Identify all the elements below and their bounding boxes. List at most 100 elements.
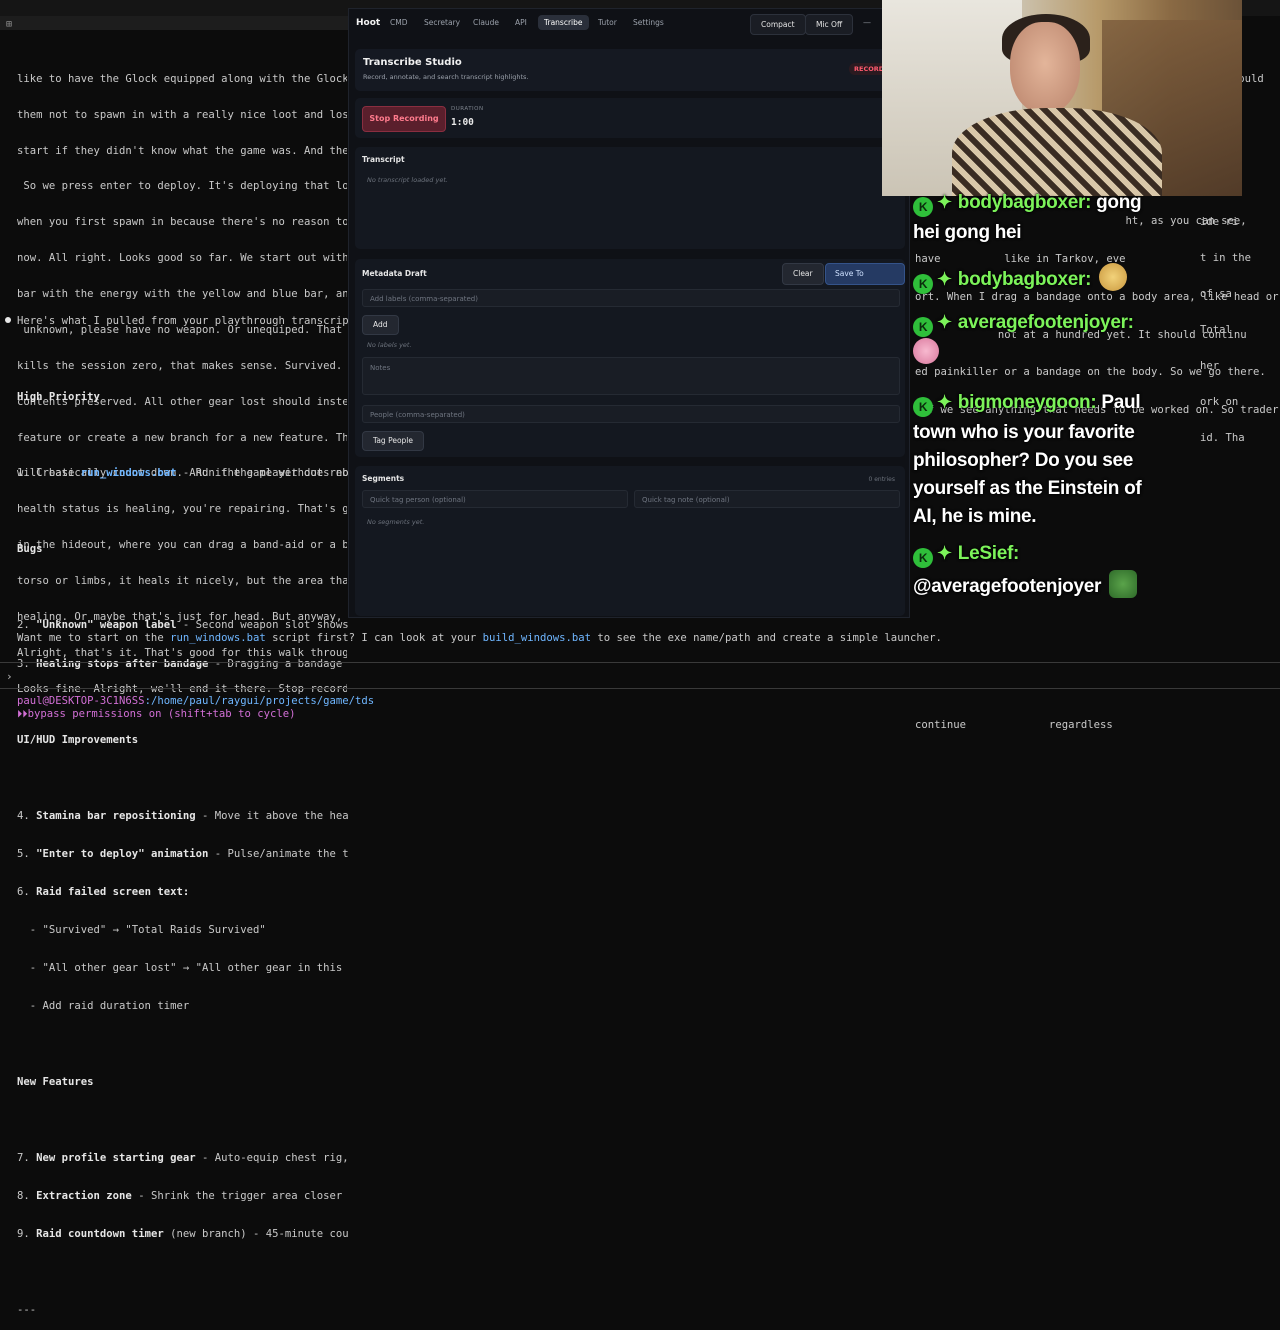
summary-subitem: - Add raid duration timer <box>17 999 190 1012</box>
add-label-button[interactable]: Add <box>362 315 399 335</box>
item-bold: Extraction zone <box>36 1190 132 1203</box>
output-line: ht, as you can see, <box>915 215 1247 228</box>
tab-api[interactable]: API <box>515 18 527 27</box>
studio-header: Transcribe Studio Record, annotate, and … <box>355 49 905 91</box>
summary-item-2: 2. "Unknown" weapon label - Second weapo… <box>0 619 348 632</box>
cwd-line: paul@DESKTOP-3C1N6SS:/home/paul/raygui/p… <box>17 695 374 707</box>
output-line: ed painkiller or a bandage on the body. … <box>915 366 1266 379</box>
item-bold: Healing stops after bandage <box>36 657 209 670</box>
tab-settings[interactable]: Settings <box>633 18 664 27</box>
compact-button[interactable]: Compact <box>750 14 806 35</box>
assistant-summary: Here's what I pulled from your playthrou… <box>0 290 348 1330</box>
user-host: paul@DESKTOP-3C1N6SS <box>17 695 145 707</box>
output-line: So we press enter to deploy. It's deploy… <box>17 180 347 193</box>
item-text: - Run the game without reb <box>176 467 348 480</box>
segments-count: 0 entries <box>868 476 895 483</box>
output-line: if we see anything that needs to be work… <box>915 404 1279 417</box>
summary-intro: Here's what I pulled from your playthrou… <box>17 315 348 328</box>
output-line: when you first spawn in because there's … <box>17 216 347 229</box>
hoot-app-window: Hoot CMD Secretary Claude API Transcribe… <box>348 8 910 618</box>
assistant-question: Want me to start on the run_windows.bat … <box>17 632 942 644</box>
item-number: 1. Create <box>17 467 81 480</box>
output-line: them not to spawn in with a really nice … <box>17 108 347 121</box>
notes-textarea[interactable]: Notes <box>362 357 900 395</box>
studio-subtitle: Record, annotate, and search transcript … <box>363 73 529 81</box>
item-text: - Dragging a bandage <box>208 657 348 670</box>
output-line: ort. When I drag a bandage onto a body a… <box>915 290 1279 303</box>
summary-item-7: 7. New profile starting gear - Auto-equi… <box>0 1152 348 1165</box>
item-text: - Second weapon slot shows <box>176 619 348 632</box>
studio-title: Transcribe Studio <box>363 57 462 68</box>
item-number: 8. <box>17 1190 37 1203</box>
prompt-chevron-icon[interactable]: › <box>6 670 13 683</box>
heading-text: UI/HUD Improvements <box>17 733 139 746</box>
quick-tag-person-input[interactable]: Quick tag person (optional) <box>362 490 628 508</box>
item-text: - Auto-equip chest rig, <box>195 1151 348 1164</box>
segments-empty: No segments yet. <box>367 518 425 526</box>
item-number: 7. <box>17 1151 37 1164</box>
bullet-icon <box>5 317 11 324</box>
question-code: build_windows.bat <box>482 632 592 644</box>
webcam-person-shirt <box>952 108 1162 196</box>
new-tab-icon[interactable]: ⊞ <box>6 20 12 30</box>
people-input[interactable]: People (comma-separated) <box>362 405 900 423</box>
terminal-right-pane-lower: ht, as you can see, have like in Tarkov,… <box>915 190 1280 744</box>
tag-people-button[interactable]: Tag People <box>362 431 424 451</box>
transcript-panel: Transcript No transcript loaded yet. <box>355 147 905 249</box>
save-to-selected-button[interactable]: Save To Selected <box>825 263 905 298</box>
question-code: run_windows.bat <box>170 632 266 644</box>
mic-toggle-button[interactable]: Mic Off <box>805 14 854 35</box>
item-text: (new branch) - 45-minute cou <box>163 1228 348 1241</box>
tab-transcribe[interactable]: Transcribe <box>538 15 589 30</box>
terminal-tab[interactable] <box>0 16 348 30</box>
tab-secretary[interactable]: Secretary <box>424 18 460 27</box>
item-text: - Move it above the hea <box>195 809 348 822</box>
minimize-icon[interactable]: — <box>863 18 871 27</box>
quick-tag-note-input[interactable]: Quick tag note (optional) <box>634 490 900 508</box>
item-bold: Raid failed screen text: <box>36 885 190 898</box>
item-number: 2. <box>17 619 37 632</box>
item-text: - Pulse/animate the t <box>208 847 348 860</box>
webcam-feed <box>882 0 1242 196</box>
segments-title: Segments <box>362 474 405 483</box>
output-line: like to have the Glock equipped along wi… <box>17 72 347 85</box>
summary-item-8: 8. Extraction zone - Shrink the trigger … <box>0 1190 348 1203</box>
recording-controls: Stop Recording DURATION 1:00 <box>355 98 905 138</box>
heading-ui-hud: UI/HUD Improvements <box>0 734 348 747</box>
summary-intro-line: Here's what I pulled from your playthrou… <box>0 315 348 328</box>
heading-high-priority: High Priority <box>0 391 348 404</box>
question-text: to see the exe name/path and create a si… <box>591 632 942 644</box>
labels-input[interactable]: Add labels (comma-separated) <box>362 289 900 307</box>
duration-label: DURATION <box>451 106 484 112</box>
transcript-title: Transcript <box>362 155 405 164</box>
duration-value: 1:00 <box>451 117 474 128</box>
tab-claude[interactable]: Claude <box>473 18 499 27</box>
heading-new-features: New Features <box>0 1076 348 1089</box>
heading-text: New Features <box>17 1075 94 1088</box>
output-line: now. All right. Looks good so far. We st… <box>17 252 347 265</box>
item-bold: "Enter to deploy" animation <box>36 847 209 860</box>
webcam-person-face <box>1010 22 1080 114</box>
item-number: 3. <box>17 657 37 670</box>
item-code: run_windows.bat <box>80 467 177 480</box>
app-brand: Hoot <box>356 18 381 28</box>
summary-item-1: 1. Create run_windows.bat - Run the game… <box>0 467 348 480</box>
item-number: 4. <box>17 809 37 822</box>
item-bold: Raid countdown timer <box>36 1228 164 1241</box>
heading-text: High Priority <box>17 391 100 404</box>
tab-cmd[interactable]: CMD <box>390 18 407 27</box>
tab-tutor[interactable]: Tutor <box>598 18 617 27</box>
segments-panel: Segments 0 entries Quick tag person (opt… <box>355 466 905 616</box>
app-navbar: Hoot CMD Secretary Claude API Transcribe… <box>349 9 909 39</box>
heading-bugs: Bugs <box>0 543 348 556</box>
summary-item-4: 4. Stamina bar repositioning - Move it a… <box>0 810 348 823</box>
metadata-title: Metadata Draft <box>362 269 427 278</box>
question-text: script first? I can look at your <box>265 632 483 644</box>
clear-button[interactable]: Clear <box>782 263 824 285</box>
item-number: 9. <box>17 1228 37 1241</box>
stop-recording-button[interactable]: Stop Recording <box>362 106 446 132</box>
output-line: have like in Tarkov, eve <box>915 252 1126 265</box>
cwd-path: :/home/paul/raygui/projects/game/tds <box>144 695 375 707</box>
summary-subitem: - "All other gear lost" → "All other gea… <box>17 961 343 974</box>
permissions-mode[interactable]: ⏵⏵bypass permissions on (shift+tab to cy… <box>17 708 295 721</box>
